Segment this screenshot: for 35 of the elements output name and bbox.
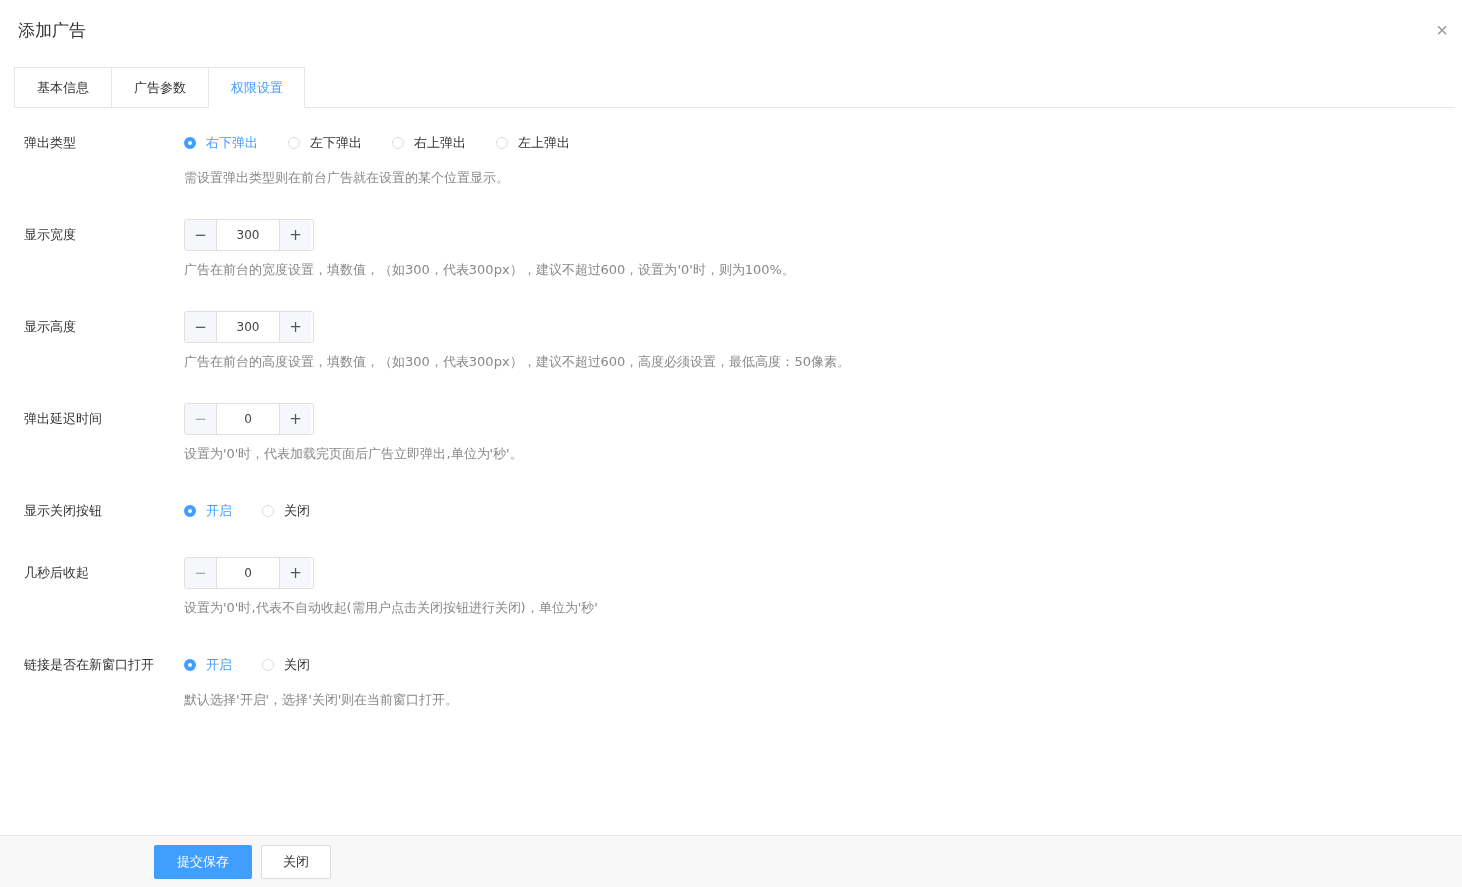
radio-option[interactable]: 关闭 [262, 656, 310, 674]
radio-icon[interactable] [184, 137, 196, 149]
increment-button[interactable]: + [279, 220, 311, 250]
field-label: 链接是否在新窗口打开 [24, 656, 155, 674]
number-stepper[interactable]: − 300 + [184, 311, 314, 343]
field-label: 弹出延迟时间 [24, 410, 103, 428]
number-stepper[interactable]: − 300 + [184, 219, 314, 251]
footer-button[interactable]: 关闭 [261, 844, 331, 879]
field-label: 显示高度 [24, 318, 77, 336]
field-hint: 设置为'0'时，代表加载完页面后广告立即弹出,单位为'秒'。 [184, 445, 523, 463]
radio-option[interactable]: 左下弹出 [288, 134, 362, 152]
radio-option[interactable]: 关闭 [262, 502, 310, 520]
field-label: 显示关闭按钮 [24, 502, 103, 520]
radio-icon[interactable] [184, 659, 196, 671]
number-stepper[interactable]: − 0 + [184, 557, 314, 589]
field-hint: 广告在前台的高度设置，填数值，（如300，代表300px），建议不超过600，高度必须设置，最低高度：50像素。 [184, 353, 850, 371]
field-hint: 需设置弹出类型则在前台广告就在设置的某个位置显示。 [184, 169, 510, 187]
field-hint: 默认选择'开启'，选择'关闭'则在当前窗口打开。 [184, 691, 459, 709]
decrement-button[interactable]: − [185, 312, 217, 342]
field-hint: 广告在前台的宽度设置，填数值，（如300，代表300px），建议不超过600，设置为'0'时，则为100%。 [184, 261, 795, 279]
increment-button[interactable]: + [279, 404, 311, 434]
decrement-button[interactable]: − [185, 220, 217, 250]
radio-icon[interactable] [184, 505, 196, 517]
field-label: 弹出类型 [24, 134, 77, 152]
field-label: 显示宽度 [24, 226, 77, 244]
number-stepper[interactable]: − 0 + [184, 403, 314, 435]
tab[interactable]: 基本信息 [14, 67, 111, 108]
increment-button[interactable]: + [279, 312, 311, 342]
increment-button[interactable]: + [279, 558, 311, 588]
field-label: 几秒后收起 [24, 564, 90, 582]
field-hint: 设置为'0'时,代表不自动收起(需用户点击关闭按钮进行关闭)，单位为'秒' [184, 599, 598, 617]
dialog-title: 添加广告 [18, 18, 86, 42]
radio-option[interactable]: 右上弹出 [392, 134, 466, 152]
radio-option[interactable]: 左上弹出 [496, 134, 570, 152]
tab[interactable]: 广告参数 [111, 67, 208, 108]
